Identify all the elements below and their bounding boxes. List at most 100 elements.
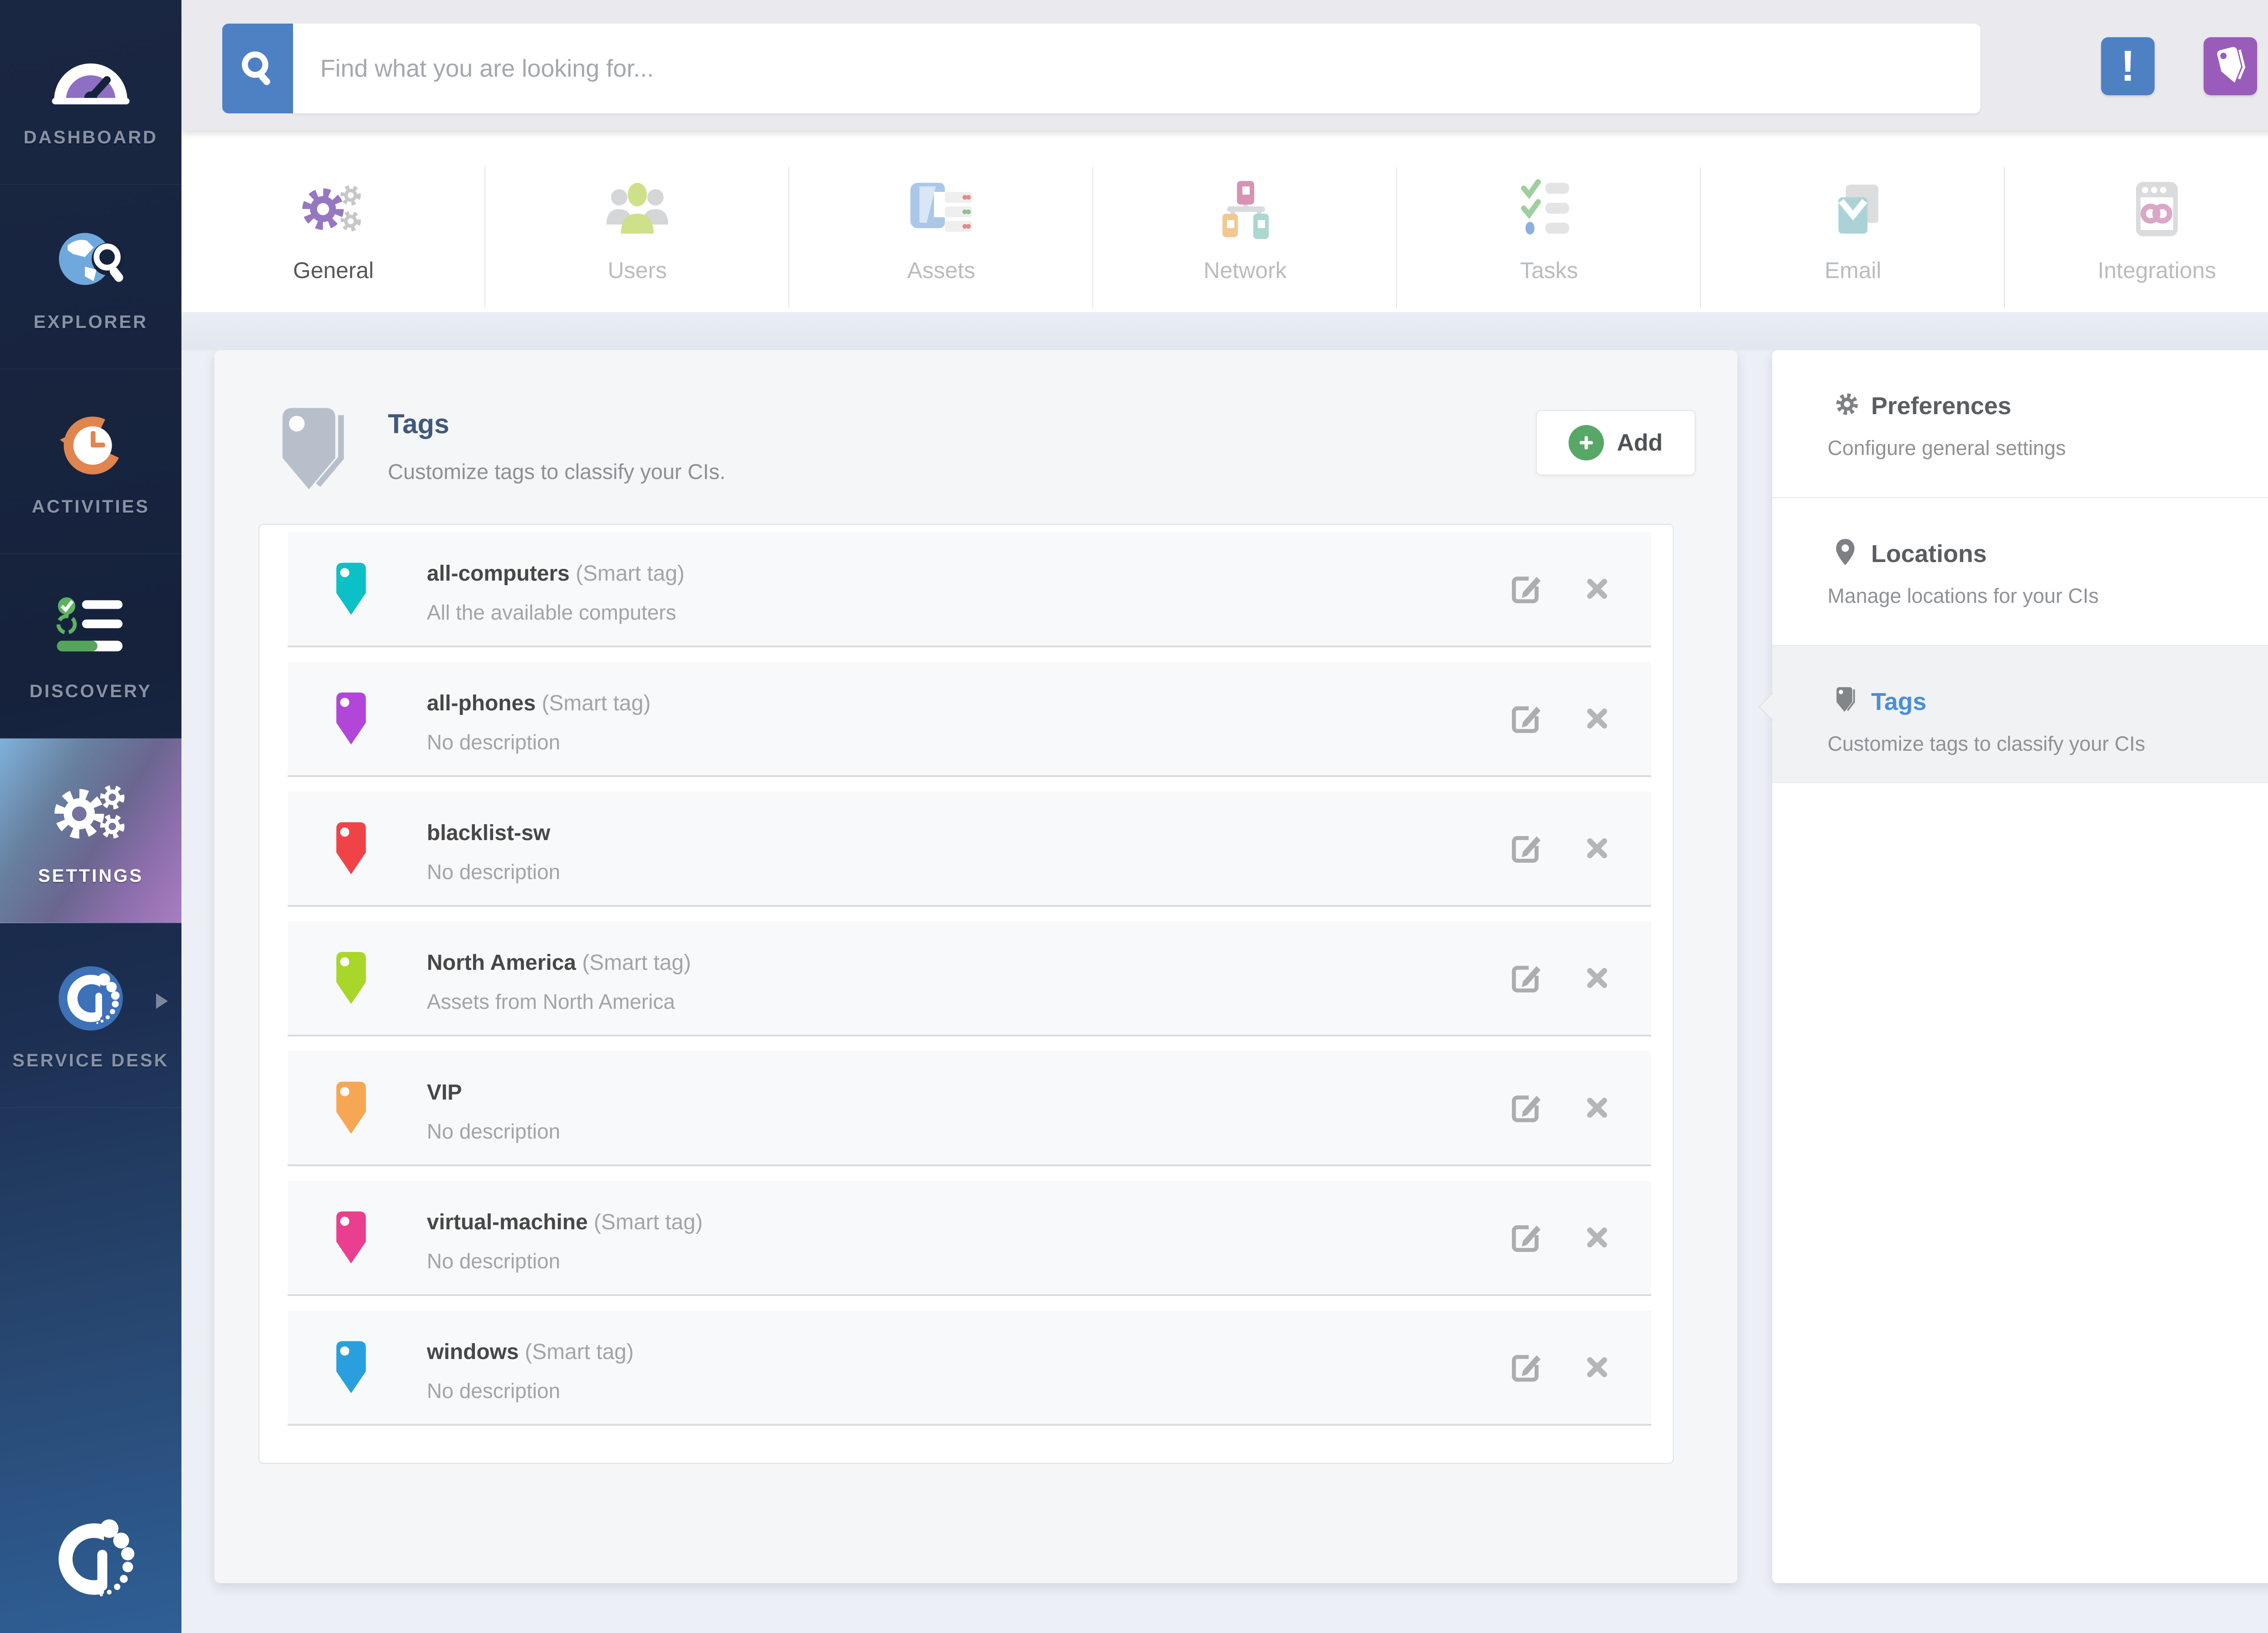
sidebar-item-activities[interactable]: ACTIVITIES [0, 369, 181, 554]
chevron-right-icon [156, 993, 168, 1009]
edit-icon[interactable] [1508, 1219, 1545, 1256]
tag-name: North America [427, 951, 576, 975]
page-title: Tags [388, 408, 450, 440]
tag-icon [2211, 45, 2250, 88]
page-subtitle: Customize tags to classify your CIs. [388, 459, 725, 484]
tag-row: all-computers (Smart tag) All the availa… [288, 532, 1651, 647]
section-item-preferences[interactable]: Preferences Configure general settings [1772, 350, 2268, 498]
sidebar-item-settings[interactable]: SETTINGS [0, 738, 181, 923]
tab-integrations[interactable]: Integrations [2005, 131, 2268, 312]
tab-users[interactable]: Users [485, 131, 789, 312]
tasks-icon [1513, 173, 1585, 245]
tag-description: No description [427, 1249, 560, 1273]
tag-description: Assets from North America [427, 989, 675, 1014]
delete-icon[interactable] [1583, 1223, 1612, 1252]
tag-type: (Smart tag) [594, 1210, 703, 1234]
tab-general[interactable]: General [181, 131, 485, 312]
tags-panel-header: Tags Customize tags to classify your CIs… [215, 350, 1737, 524]
tab-email[interactable]: Email [1701, 131, 2005, 312]
tab-label: Email [1824, 257, 1881, 284]
tag-type: (Smart tag) [576, 562, 684, 586]
tag-name: blacklist-sw [427, 821, 550, 845]
edit-icon[interactable] [1508, 1349, 1545, 1385]
delete-icon[interactable] [1583, 704, 1612, 733]
users-icon [601, 173, 674, 245]
edit-icon[interactable] [1508, 960, 1545, 996]
tag-description: No description [427, 1119, 560, 1144]
tag-row: all-phones (Smart tag) No description [288, 662, 1651, 777]
tag-description: No description [427, 860, 560, 884]
edit-icon[interactable] [1508, 571, 1545, 607]
alert-button[interactable]: ! [2101, 37, 2155, 95]
sidebar-item-dashboard[interactable]: DASHBOARD [0, 0, 181, 185]
edit-icon[interactable] [1508, 700, 1545, 737]
tab-network[interactable]: Network [1093, 131, 1397, 312]
delete-icon[interactable] [1583, 1353, 1612, 1382]
email-icon [1817, 173, 1889, 245]
tag-icon [329, 950, 373, 1006]
search-box [222, 24, 1980, 113]
tag-list: all-computers (Smart tag) All the availa… [259, 524, 1674, 1464]
delete-icon[interactable] [1583, 1093, 1612, 1122]
sidebar-item-label: ACTIVITIES [32, 497, 150, 517]
tag-name: virtual-machine [427, 1210, 588, 1234]
tab-tasks[interactable]: Tasks [1397, 131, 1701, 312]
selected-section-pointer [1759, 693, 1787, 721]
tag-name: VIP [427, 1081, 462, 1105]
topbar: ! 1 [181, 0, 2268, 131]
delete-icon[interactable] [1583, 834, 1612, 863]
tag-row: virtual-machine (Smart tag) No descripti… [288, 1181, 1651, 1296]
delete-icon[interactable] [1583, 574, 1612, 603]
map-pin-icon [1833, 538, 1861, 566]
add-tag-button[interactable]: Add [1536, 410, 1696, 475]
tab-assets[interactable]: Assets [789, 131, 1093, 312]
edit-icon[interactable] [1508, 830, 1545, 866]
sidebar-item-label: SETTINGS [38, 866, 143, 886]
gears-icon [297, 173, 370, 245]
section-description: Customize tags to classify your CIs [1828, 732, 2145, 756]
tag-description: No description [427, 730, 560, 754]
section-description: Manage locations for your CIs [1828, 584, 2099, 608]
search-icon [237, 48, 278, 90]
clock-history-icon [52, 406, 129, 483]
plus-icon [1569, 425, 1604, 460]
edit-icon[interactable] [1508, 1090, 1545, 1126]
sidebar-item-discovery[interactable]: DISCOVERY [0, 554, 181, 738]
settings-tabbar: General Users Assets [181, 131, 2268, 312]
tab-label: Tasks [1520, 257, 1578, 284]
tag-icon [271, 404, 357, 492]
settings-section-list: Preferences Configure general settings L… [1772, 350, 2268, 1583]
tag-type: (Smart tag) [542, 691, 650, 715]
service-desk-logo-icon [57, 960, 125, 1037]
tag-type: (Smart tag) [582, 951, 691, 975]
tag-icon [329, 820, 373, 876]
tags-panel: Tags Customize tags to classify your CIs… [215, 350, 1737, 1583]
gauge-icon [48, 37, 134, 114]
sidebar-item-explorer[interactable]: EXPLORER [0, 185, 181, 369]
tag-row: North America (Smart tag) Assets from No… [288, 921, 1651, 1037]
checklist-sync-icon [52, 591, 129, 668]
section-item-tags[interactable]: Tags Customize tags to classify your CIs [1772, 646, 2268, 783]
tab-indicator-band [181, 312, 2268, 350]
tag-name: all-computers [427, 562, 570, 586]
sidebar-item-service-desk[interactable]: SERVICE DESK [0, 923, 181, 1108]
section-title: Locations [1871, 540, 1987, 568]
tag-description: No description [427, 1379, 560, 1403]
section-title: Tags [1871, 688, 1926, 716]
tags-button[interactable] [2204, 37, 2257, 95]
sidebar-item-label: DASHBOARD [24, 127, 158, 148]
tag-row: windows (Smart tag) No description [288, 1310, 1651, 1426]
search-button[interactable] [222, 24, 293, 113]
tag-row: blacklist-sw No description [288, 792, 1651, 907]
search-input[interactable] [293, 24, 1980, 113]
gear-icon [1833, 390, 1861, 418]
delete-icon[interactable] [1583, 963, 1612, 993]
globe-search-icon [52, 221, 129, 298]
sidebar-item-label: DISCOVERY [29, 681, 152, 702]
tag-name: windows [427, 1340, 519, 1364]
tab-label: Network [1203, 257, 1286, 284]
section-item-locations[interactable]: Locations Manage locations for your CIs [1772, 498, 2268, 646]
tab-label: Integrations [2097, 257, 2216, 284]
integrations-icon [2121, 173, 2193, 245]
sidebar-item-label: SERVICE DESK [12, 1051, 169, 1071]
